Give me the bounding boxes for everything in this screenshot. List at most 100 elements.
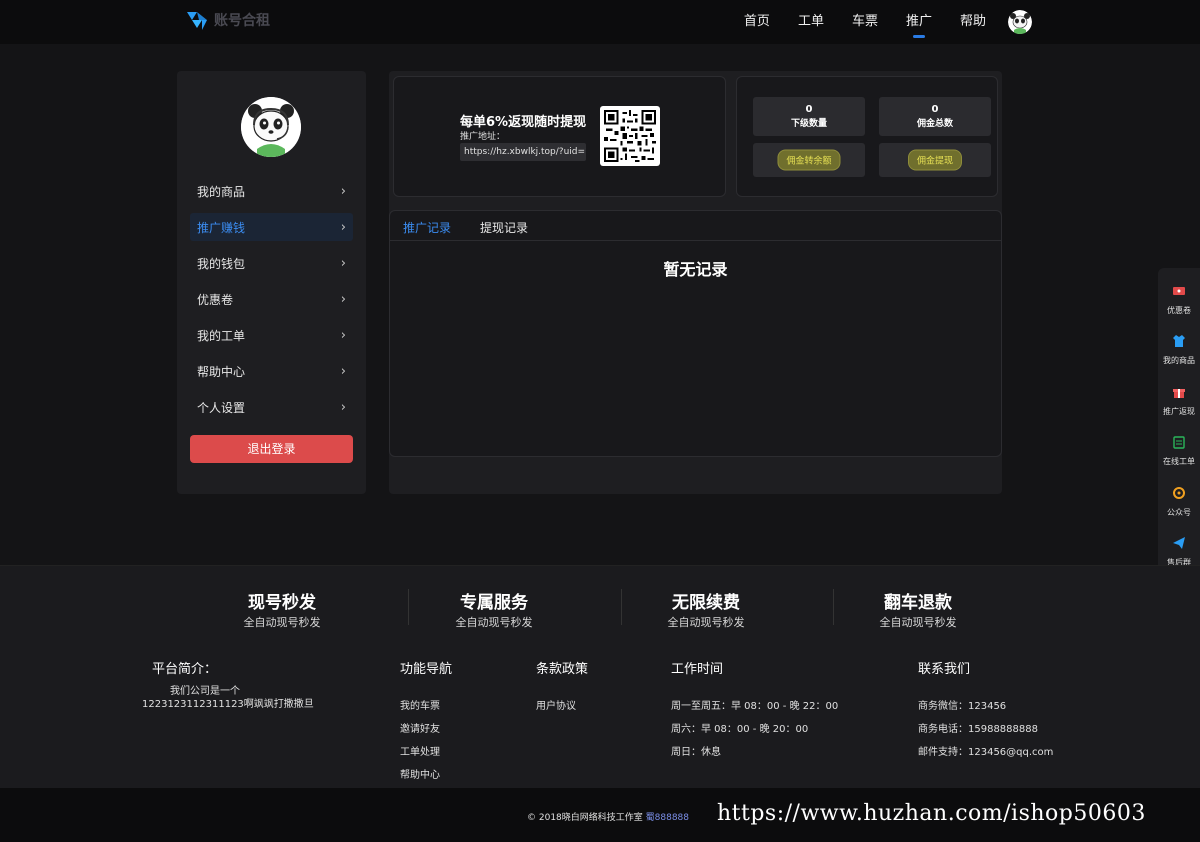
footer-contact-item: 邮件支持：123456@qq.com [918,747,1054,758]
chevron-right-icon: › [340,363,346,379]
nav-rides[interactable]: 车票 [838,0,892,44]
commission-to-balance-button[interactable]: 佣金转余额 [777,149,841,171]
footer-hours-item: 周六：早 08：00 - 晚 20：00 [671,724,809,735]
float-item-label: 公众号 [1167,508,1191,517]
main-nav: 首页 工单 车票 推广 帮助 [730,0,1032,44]
sidebar-item-promote[interactable]: 推广赚钱 › [190,213,353,241]
footer-link-my-tickets[interactable]: 我的车票 [400,697,452,712]
nav-promote[interactable]: 推广 [892,0,946,44]
float-item-coupons[interactable]: 优惠卷 [1158,283,1200,316]
feature-subtitle: 全自动现号秒发 [243,616,321,629]
promo-card: 每单6%返现随时提现 推广地址： https://hz.xbwlkj.top/?… [393,76,726,197]
footer-heading: 功能导航 [400,662,453,677]
sidebar-item-label: 我的钱包 [197,256,246,271]
wechat-public-icon [1173,487,1185,499]
commission-total: 0 [931,104,939,115]
panda-avatar-icon [241,97,301,157]
nav-home[interactable]: 首页 [730,0,784,44]
float-item-my-products[interactable]: 我的商品 [1158,333,1200,366]
float-item-promote-cashback[interactable]: 推广返现 [1158,384,1200,417]
feature-item: 无限续费 全自动现号秒发 [631,588,781,630]
logout-button[interactable]: 退出登录 [190,435,353,463]
commission-withdraw-button[interactable]: 佣金提现 [907,149,963,171]
subordinate-count-label: 下级数量 [790,119,827,129]
promo-address-label: 推广地址： [460,132,506,142]
sidebar-item-help-center[interactable]: 帮助中心 › [190,357,353,385]
icp-link[interactable]: 蜀888888 [646,813,689,823]
footer-contact: 联系我们 商务微信：123456 商务电话：15988888888 邮件支持：1… [918,658,1053,766]
ticket-icon [1173,287,1185,295]
footer-contact-item: 商务电话：15988888888 [918,724,1038,735]
brand-logo[interactable]: 账号合租 [184,8,270,32]
footer-link-ticket-handling[interactable]: 工单处理 [400,743,452,758]
footer-intro-text: 我们公司是一个1223123112311123啊飒飒打撒撒旦 [142,686,314,710]
subordinate-count: 0 [805,104,813,115]
copyright-text: © 2018晓白网络科技工作室 [527,813,643,823]
brand-name: 账号合租 [214,13,270,29]
feature-subtitle: 全自动现号秒发 [879,616,957,629]
footer-link-invite[interactable]: 邀请好友 [400,720,452,735]
commission-total-box: 0 佣金总数 [879,97,991,136]
feature-title: 无限续费 [672,593,740,613]
chevron-right-icon: › [340,327,346,343]
user-sidebar: 我的商品 › 推广赚钱 › 我的钱包 › 优惠卷 › 我的工单 › 帮助中心 ›… [177,71,366,494]
floating-toolbar: 优惠卷 我的商品 推广返现 在线工单 公众号 售后群 [1158,268,1200,574]
feature-item: 专属服务 全自动现号秒发 [419,588,569,630]
footer-heading: 平台简介： [152,662,218,677]
float-item-public-account[interactable]: 公众号 [1158,485,1200,518]
qr-code [600,106,660,166]
feature-subtitle: 全自动现号秒发 [455,616,533,629]
sidebar-item-label: 优惠卷 [197,292,234,307]
promo-url-field[interactable]: https://hz.xbwlkj.top/?uid=1 [460,143,586,161]
footer-link-user-agreement[interactable]: 用户协议 [536,697,588,712]
sidebar-item-label: 帮助中心 [197,364,246,379]
records-tabs: 推广记录 提现记录 [390,211,1001,241]
footer-link-help-center[interactable]: 帮助中心 [400,766,452,781]
transfer-box: 佣金转余额 [753,143,865,177]
chevron-right-icon: › [340,291,346,307]
divider [621,589,622,625]
sidebar-item-label: 推广赚钱 [197,220,246,235]
sidebar-menu: 我的商品 › 推广赚钱 › 我的钱包 › 优惠卷 › 我的工单 › 帮助中心 ›… [190,177,353,429]
feature-item: 翻车退款 全自动现号秒发 [843,588,993,630]
footer-hours-item: 周一至周五：早 08：00 - 晚 22：00 [671,701,839,712]
feature-title: 现号秒发 [248,593,316,613]
shirt-icon [1173,335,1185,347]
commission-total-label: 佣金总数 [916,119,953,129]
footer-heading: 联系我们 [918,662,971,677]
sidebar-item-label: 我的工单 [197,328,246,343]
footer-heading: 条款政策 [536,662,589,677]
tab-withdraw-records[interactable]: 提现记录 [480,219,528,236]
clipboard-icon [1173,436,1185,449]
nav-tickets[interactable]: 工单 [784,0,838,44]
float-item-label: 推广返现 [1163,407,1195,416]
sidebar-item-coupons[interactable]: 优惠卷 › [190,285,353,313]
footer-hours-item: 周日：休息 [671,747,721,758]
footer-nav: 功能导航 我的车票 邀请好友 工单处理 帮助中心 [400,658,452,789]
qr-code-icon [604,110,656,162]
chevron-right-icon: › [340,219,346,235]
float-item-label: 在线工单 [1163,457,1195,466]
gift-icon [1173,389,1185,398]
profile-avatar[interactable] [241,97,301,157]
sidebar-item-my-products[interactable]: 我的商品 › [190,177,353,205]
sidebar-item-tickets[interactable]: 我的工单 › [190,321,353,349]
logo-icon [187,12,207,30]
sidebar-item-wallet[interactable]: 我的钱包 › [190,249,353,277]
watermark-text: https://www.huzhan.com/ishop50603 [717,801,1146,826]
feature-title: 专属服务 [460,593,528,613]
nav-help[interactable]: 帮助 [946,0,1000,44]
footer-hours: 工作时间 周一至周五：早 08：00 - 晚 22：00 周六：早 08：00 … [671,658,838,766]
chevron-right-icon: › [340,255,346,271]
chevron-right-icon: › [340,399,346,415]
user-avatar[interactable] [1008,10,1032,34]
float-item-online-ticket[interactable]: 在线工单 [1158,434,1200,467]
commission-stats-card: 0 下级数量 0 佣金总数 佣金转余额 佣金提现 [736,76,998,197]
sidebar-item-settings[interactable]: 个人设置 › [190,393,353,421]
footer-contact-item: 商务微信：123456 [918,701,1007,712]
panda-avatar-icon [1008,10,1032,34]
records-card: 推广记录 提现记录 暂无记录 [389,210,1002,457]
tab-promotion-records[interactable]: 推广记录 [403,219,451,236]
float-item-aftersales-group[interactable]: 售后群 [1158,535,1200,568]
top-navbar: 账号合租 首页 工单 车票 推广 帮助 [0,0,1200,44]
